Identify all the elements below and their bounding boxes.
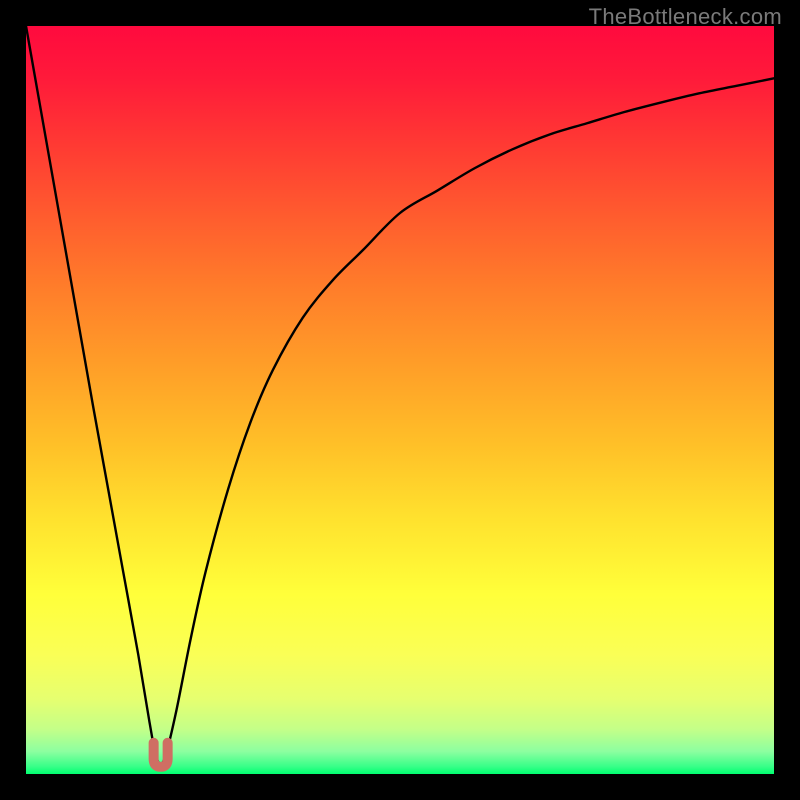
chart-plot-area [26, 26, 774, 774]
chart-frame: TheBottleneck.com [0, 0, 800, 800]
curve-layer [26, 26, 774, 774]
bottleneck-curve [26, 26, 774, 764]
minimum-marker [154, 743, 168, 767]
watermark-text: TheBottleneck.com [589, 4, 782, 30]
